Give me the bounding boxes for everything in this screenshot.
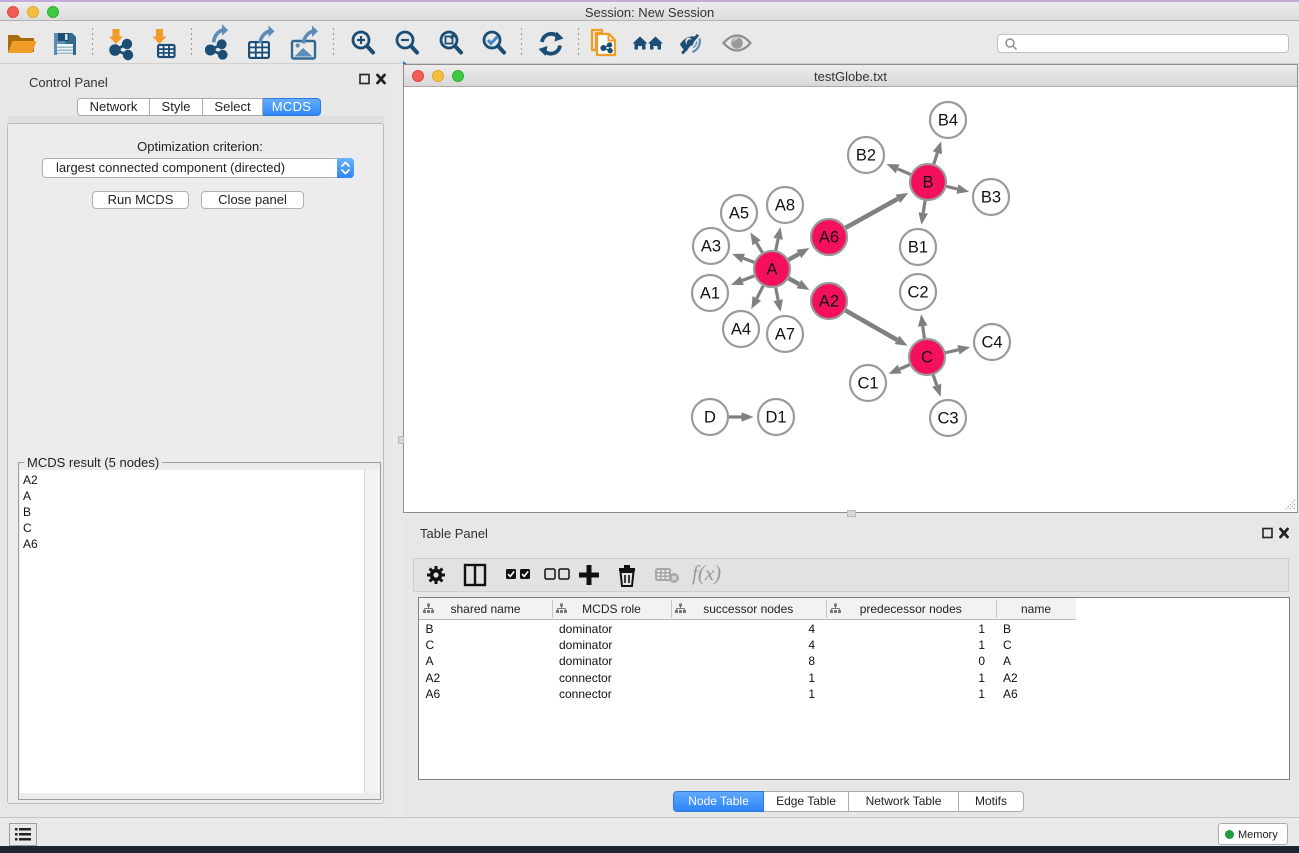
- svg-text:A: A: [766, 261, 777, 279]
- svg-text:B4: B4: [938, 112, 958, 130]
- svg-text:A4: A4: [731, 321, 751, 339]
- svg-text:A3: A3: [701, 238, 721, 256]
- svg-text:D1: D1: [765, 409, 786, 427]
- svg-text:A1: A1: [700, 285, 720, 303]
- svg-text:C2: C2: [907, 284, 928, 302]
- svg-text:A2: A2: [819, 293, 839, 311]
- svg-text:A5: A5: [729, 205, 749, 223]
- svg-text:C3: C3: [937, 410, 958, 428]
- svg-text:C1: C1: [857, 375, 878, 393]
- svg-text:A7: A7: [775, 326, 795, 344]
- svg-text:B3: B3: [981, 189, 1001, 207]
- svg-text:D: D: [704, 409, 716, 427]
- svg-text:B2: B2: [856, 147, 876, 165]
- svg-text:A6: A6: [819, 229, 839, 247]
- svg-text:B1: B1: [908, 239, 928, 257]
- svg-text:C4: C4: [981, 334, 1002, 352]
- svg-text:C: C: [921, 349, 933, 367]
- svg-text:B: B: [922, 174, 933, 192]
- svg-text:A8: A8: [775, 197, 795, 215]
